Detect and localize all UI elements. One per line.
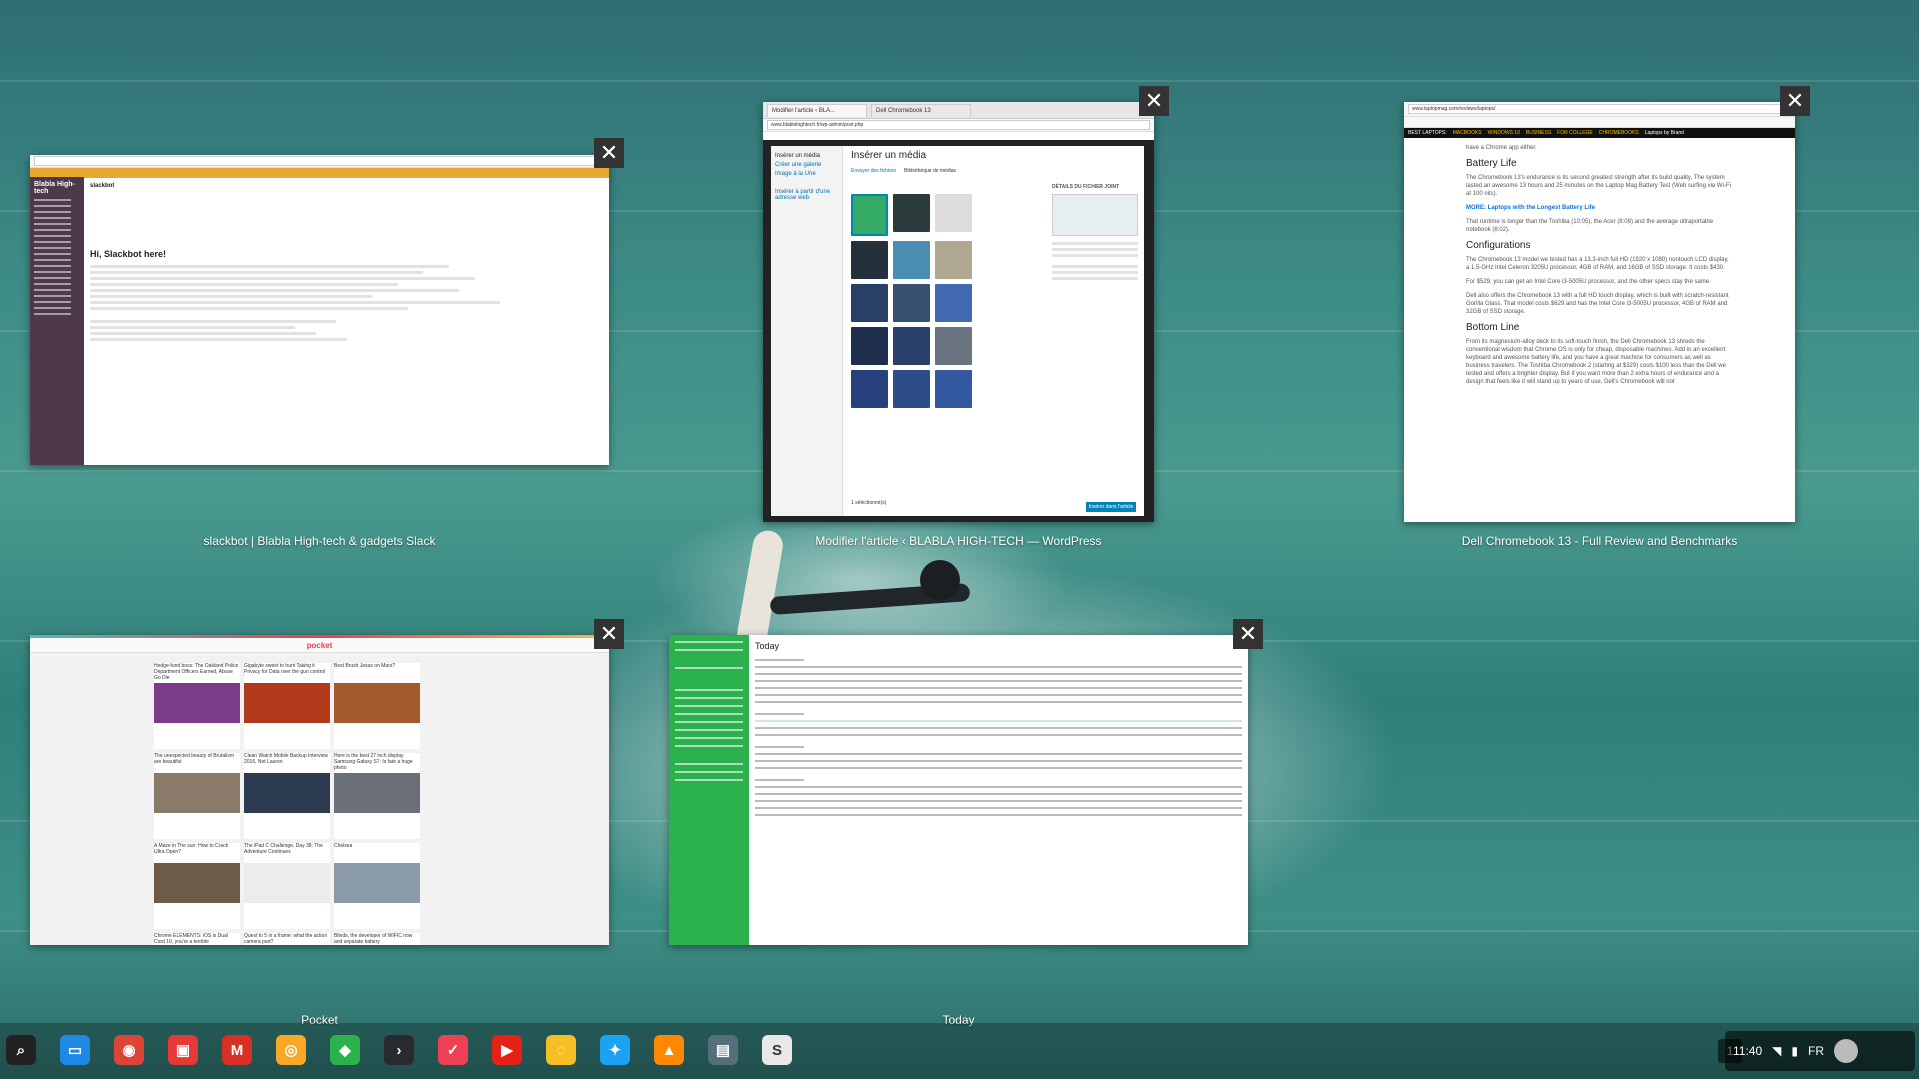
heading-bottom-line: Bottom Line: [1466, 322, 1520, 333]
today-heading: Today: [755, 641, 780, 651]
avatar: [1833, 1039, 1858, 1063]
wp-menu-featured[interactable]: Image à la Une: [775, 171, 838, 177]
slack-icon[interactable]: S: [762, 1035, 792, 1065]
longest-battery-link[interactable]: Laptops with the Longest Battery Life: [1488, 205, 1595, 211]
wp-tab-dell[interactable]: Dell Chromebook 13: [871, 104, 971, 117]
surfer: [769, 560, 1000, 620]
heading-configurations: Configurations: [1466, 240, 1531, 251]
wp-tab-strip: Modifier l'article ‹ BLA... Dell Chromeb…: [763, 102, 1154, 119]
clock: 11:40: [1733, 1044, 1763, 1058]
close-dell-button[interactable]: ✕: [1780, 86, 1810, 116]
pocket-card[interactable]: Blinds, the developer of WIFIC now and s…: [334, 933, 420, 945]
pocket-card[interactable]: Chelsea: [334, 843, 420, 929]
window-slack[interactable]: Blabla High-tech slackbot Hi, Slackbot h…: [30, 155, 609, 465]
pocket-card[interactable]: The iPad C Challenge, Day 38: The Advent…: [244, 843, 330, 929]
wp-media-grid: [851, 194, 977, 408]
youtube-icon[interactable]: ▶: [492, 1035, 522, 1065]
pocket-card[interactable]: Here is the best 27 inch display Samsung…: [334, 753, 420, 839]
pocket-card[interactable]: Quest to 5 in a frame: what the action c…: [244, 933, 330, 945]
slack-sidebar: Blabla High-tech: [30, 177, 84, 465]
vlc-icon[interactable]: ▲: [654, 1035, 684, 1065]
wp-selected-count: 1 sélectionné(s): [851, 500, 887, 506]
close-slack-button[interactable]: ✕: [594, 138, 624, 168]
wifi-icon: ◥: [1772, 1044, 1782, 1058]
pocket-article-grid: Hedge-fund boss: The Oakland Police Depa…: [154, 663, 420, 945]
close-today-button[interactable]: ✕: [1233, 619, 1263, 649]
wp-menu-url[interactable]: Insérer à partir d'une adresse web: [775, 189, 838, 201]
slack-channel-name: slackbot: [90, 183, 115, 189]
wp-tab-active[interactable]: Modifier l'article ‹ BLA...: [767, 104, 867, 117]
pocket-card[interactable]: The unexpected beauty of Brutalism are b…: [154, 753, 240, 839]
dell-bookmarks-bar: [1404, 117, 1795, 128]
dell-article-body: have a Chrome app either. Battery Life T…: [1404, 138, 1795, 386]
feedly-icon[interactable]: ◆: [330, 1035, 360, 1065]
chrome-icon[interactable]: ◉: [114, 1035, 144, 1065]
slack-window-title: slackbot | Blabla High-tech & gadgets Sl…: [203, 534, 436, 548]
input-language: FR: [1807, 1044, 1824, 1058]
heading-battery-life: Battery Life: [1466, 158, 1517, 169]
photos-icon[interactable]: ▣: [168, 1035, 198, 1065]
wp-media-menu: Insérer un média Créer une galerie Image…: [771, 146, 843, 516]
close-wordpress-button[interactable]: ✕: [1139, 86, 1169, 116]
pocket-icon[interactable]: ✓: [438, 1035, 468, 1065]
keep-icon[interactable]: ◌: [546, 1035, 576, 1065]
chrome-canary-icon[interactable]: ◎: [276, 1035, 306, 1065]
wp-menu-insert[interactable]: Insérer un média: [775, 153, 838, 159]
pocket-card[interactable]: Chrome ELEMENTS: iOS is Dual Cord 10, yo…: [154, 933, 240, 945]
today-main: Today: [749, 635, 1248, 945]
dell-address-bar: www.laptopmag.com/reviews/laptops/: [1404, 102, 1795, 117]
shelf: ⌕ ▭ ◉ ▣ M ◎ ◆ › ✓ ▶ ◌ ✦ ▲ ▤ S 1 11:40 ◥ …: [0, 1023, 1919, 1079]
pocket-card[interactable]: Best Brush Jesus on Mars?: [334, 663, 420, 749]
battery-icon: ▮: [1791, 1044, 1798, 1058]
dell-window-title: Dell Chromebook 13 - Full Review and Ben…: [1461, 534, 1738, 548]
status-tray[interactable]: 11:40 ◥ ▮ FR: [1725, 1031, 1915, 1071]
wp-menu-gallery[interactable]: Créer une galerie: [775, 162, 838, 168]
pocket-card[interactable]: Hedge-fund boss: The Oakland Police Depa…: [154, 663, 240, 749]
laptopmag-nav: BEST LAPTOPS: MACBOOKS WINDOWS 10 BUSINE…: [1404, 128, 1795, 138]
wp-attachment-details: DÉTAILS DU FICHIER JOINT: [1052, 184, 1138, 283]
slack-address-bar: [30, 155, 609, 168]
today-sidebar: [669, 635, 749, 945]
plex-icon[interactable]: ›: [384, 1035, 414, 1065]
wp-modal-title: Insérer un média: [851, 150, 927, 161]
slack-workspace-name: Blabla High-tech: [34, 181, 75, 195]
pocket-card[interactable]: A Maze in The sun: How to Crack Ultra Op…: [154, 843, 240, 929]
search-icon[interactable]: ⌕: [6, 1035, 36, 1065]
wp-insert-button[interactable]: Insérer dans l'article: [1086, 502, 1136, 512]
wp-media-modal: Insérer un média Créer une galerie Image…: [771, 146, 1144, 516]
wp-tab-library[interactable]: Bibliothèque de médias: [904, 168, 956, 174]
slack-heading: Hi, Slackbot here!: [90, 249, 167, 259]
chrome-remote-icon[interactable]: ▤: [708, 1035, 738, 1065]
slack-main: slackbot Hi, Slackbot here!: [84, 177, 609, 465]
pocket-card[interactable]: Clean Watch Mobile Backup Interview 2016…: [244, 753, 330, 839]
twitter-icon[interactable]: ✦: [600, 1035, 630, 1065]
wp-tab-upload[interactable]: Envoyer des fichiers: [851, 168, 896, 174]
wp-address-bar: www.blablahightech.fr/wp-admin/post.php: [763, 119, 1154, 132]
pocket-header: pocket: [30, 638, 609, 653]
wordpress-window-title: Modifier l'article ‹ BLABLA HIGH-TECH — …: [815, 534, 1102, 548]
window-pocket[interactable]: pocket Hedge-fund boss: The Oakland Poli…: [30, 635, 609, 945]
window-wordpress[interactable]: Modifier l'article ‹ BLA... Dell Chromeb…: [763, 102, 1154, 522]
gmail-icon[interactable]: M: [222, 1035, 252, 1065]
files-icon[interactable]: ▭: [60, 1035, 90, 1065]
close-pocket-button[interactable]: ✕: [594, 619, 624, 649]
window-today[interactable]: Today: [669, 635, 1248, 945]
pocket-card[interactable]: Gigabyte sweet to hunt Taking it Privacy…: [244, 663, 330, 749]
pocket-logo: pocket: [306, 640, 333, 650]
window-dell-review[interactable]: www.laptopmag.com/reviews/laptops/ BEST …: [1404, 102, 1795, 522]
